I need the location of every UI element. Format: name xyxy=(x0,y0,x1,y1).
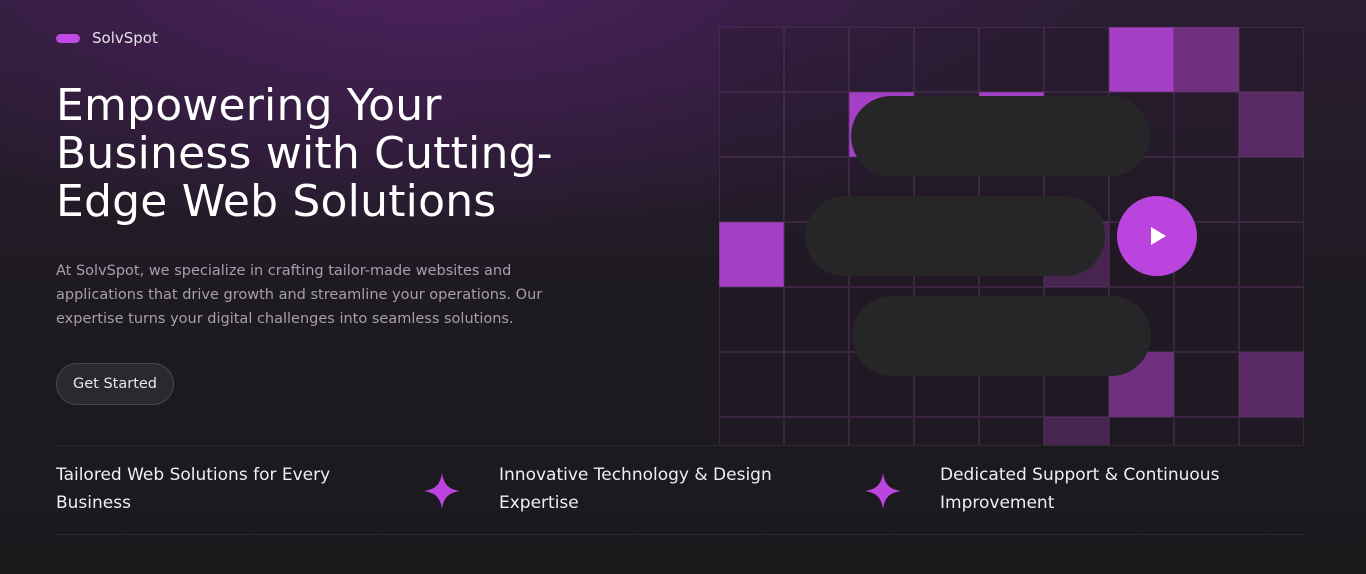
hero-description: At SolvSpot, we specialize in crafting t… xyxy=(56,263,543,327)
grid-cell xyxy=(719,92,784,157)
grid-cell-highlight xyxy=(1239,352,1304,417)
grid-cell xyxy=(719,352,784,417)
play-icon xyxy=(1151,227,1166,245)
grid-cell-highlight xyxy=(719,222,784,287)
brand-name: SolvSpot xyxy=(92,29,158,47)
grid-cell xyxy=(979,27,1044,92)
get-started-button[interactable]: Get Started xyxy=(56,363,174,405)
grid-cell xyxy=(849,417,914,445)
grid-cell xyxy=(784,27,849,92)
section-divider xyxy=(56,534,1304,535)
grid-cell xyxy=(979,417,1044,445)
placeholder-pill xyxy=(851,96,1150,176)
hero-title: Empowering Your Business with Cutting-Ed… xyxy=(56,80,553,227)
grid-cell xyxy=(719,157,784,222)
feature-item: Tailored Web Solutions for Every Busines… xyxy=(56,465,331,513)
grid-cell xyxy=(1239,287,1304,352)
grid-cell xyxy=(719,417,784,445)
grid-cell-highlight xyxy=(1044,417,1109,445)
sparkle-icon xyxy=(865,473,901,509)
grid-cell xyxy=(914,417,979,445)
hero-visual xyxy=(719,27,1304,445)
placeholder-pill xyxy=(852,296,1151,376)
grid-cell-highlight xyxy=(1174,27,1239,92)
grid-cell-highlight xyxy=(1109,27,1174,92)
grid-cell-highlight xyxy=(1239,92,1304,157)
sparkle-icon xyxy=(424,473,460,509)
brand-logo[interactable]: SolvSpot xyxy=(56,29,158,47)
play-button[interactable] xyxy=(1117,196,1197,276)
grid-cell xyxy=(1174,417,1239,445)
placeholder-pill xyxy=(805,196,1105,276)
section-divider xyxy=(56,445,1304,446)
grid-cell xyxy=(1109,417,1174,445)
grid-cell xyxy=(784,92,849,157)
grid-cell xyxy=(784,287,849,352)
grid-cell xyxy=(1174,352,1239,417)
brand-mark-icon xyxy=(56,33,80,43)
grid-cell xyxy=(1239,157,1304,222)
grid-cell xyxy=(1044,27,1109,92)
grid-cell xyxy=(1239,417,1304,445)
grid-cell xyxy=(784,352,849,417)
grid-cell xyxy=(719,287,784,352)
grid-cell xyxy=(1174,92,1239,157)
feature-item: Dedicated Support & Continuous Improveme… xyxy=(940,465,1220,513)
grid-cell xyxy=(1239,222,1304,287)
grid-cell xyxy=(1239,27,1304,92)
grid-cell xyxy=(784,417,849,445)
grid-cell xyxy=(914,27,979,92)
grid-cell xyxy=(719,27,784,92)
grid-cell xyxy=(849,27,914,92)
feature-item: Innovative Technology & Design Expertise xyxy=(499,465,772,513)
grid-cell xyxy=(1174,287,1239,352)
